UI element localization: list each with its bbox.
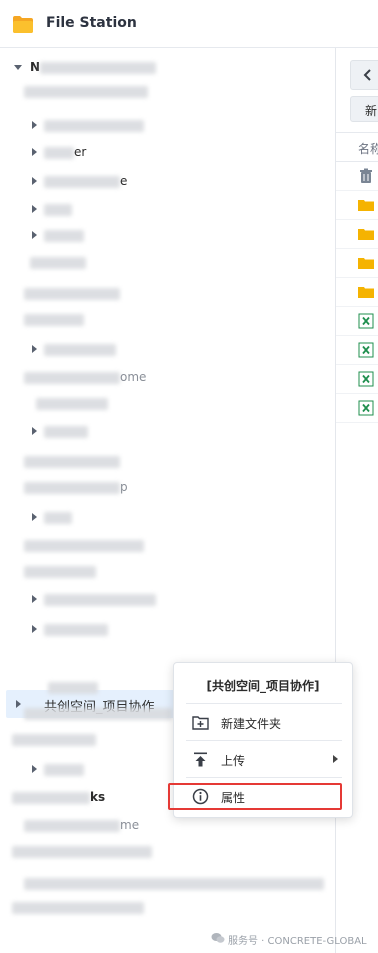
tree-item[interactable]	[0, 536, 330, 556]
tree-item-label: e	[120, 174, 128, 188]
collapse-arrow-icon[interactable]	[32, 148, 37, 156]
collapse-arrow-icon[interactable]	[32, 121, 37, 129]
collapse-arrow-icon[interactable]	[32, 513, 37, 521]
menu-item-label: 上传	[221, 754, 246, 768]
tree-item[interactable]	[0, 394, 330, 414]
tree-item[interactable]	[0, 284, 330, 304]
file-row[interactable]	[336, 365, 378, 394]
back-button[interactable]	[350, 60, 378, 90]
folder-app-icon	[13, 16, 33, 33]
file-row[interactable]	[336, 307, 378, 336]
expand-arrow-icon[interactable]	[14, 65, 22, 70]
tree-item[interactable]	[0, 620, 330, 640]
collapse-arrow-icon[interactable]	[32, 427, 37, 435]
tree-item[interactable]	[0, 562, 330, 582]
tree-item[interactable]	[0, 874, 330, 894]
tree-item[interactable]	[0, 422, 330, 442]
title-bar: File Station	[0, 0, 378, 48]
column-header-name[interactable]: 名称	[336, 132, 378, 162]
upload-icon	[194, 752, 207, 767]
collapse-arrow-icon[interactable]	[32, 625, 37, 633]
file-row[interactable]	[336, 191, 378, 220]
file-row[interactable]	[336, 278, 378, 307]
menu-item-label: 新建文件夹	[221, 717, 282, 731]
create-button[interactable]: 新	[350, 96, 378, 122]
menu-divider	[186, 703, 342, 704]
collapse-arrow-icon[interactable]	[32, 595, 37, 603]
wechat-icon	[211, 933, 225, 943]
file-row[interactable]	[336, 162, 378, 191]
file-row[interactable]	[336, 394, 378, 423]
app-title: File Station	[46, 15, 137, 31]
tree-item[interactable]	[0, 253, 330, 273]
tree-item[interactable]	[0, 340, 330, 360]
tree-item[interactable]: e	[0, 172, 330, 192]
create-button-label: 新	[365, 104, 378, 118]
collapse-arrow-icon[interactable]	[32, 231, 37, 239]
file-row[interactable]	[336, 249, 378, 278]
file-row[interactable]	[336, 220, 378, 249]
excel-file-icon	[358, 371, 374, 387]
collapse-arrow-icon[interactable]	[32, 177, 37, 185]
tree-item[interactable]	[0, 508, 330, 528]
tree-item[interactable]: p	[0, 478, 330, 498]
tree-root[interactable]: N	[0, 58, 330, 78]
tree-item-label: p	[120, 480, 128, 494]
menu-item-upload[interactable]: 上传	[174, 744, 352, 774]
excel-file-icon	[358, 313, 374, 329]
tree-item[interactable]	[0, 310, 330, 330]
tree-item[interactable]	[0, 842, 330, 862]
tree-item[interactable]	[0, 452, 330, 472]
folder-icon	[358, 258, 374, 269]
tree-item[interactable]: er	[0, 143, 330, 163]
file-row[interactable]	[336, 336, 378, 365]
tree-item[interactable]	[0, 590, 330, 610]
folder-icon	[358, 287, 374, 298]
collapse-arrow-icon[interactable]	[32, 765, 37, 773]
tree-item-label: ks	[90, 790, 106, 804]
tree-item[interactable]	[0, 116, 330, 136]
menu-item-new-folder[interactable]: 新建文件夹	[174, 707, 352, 737]
excel-file-icon	[358, 342, 374, 358]
column-header-label: 名称	[358, 142, 378, 156]
context-menu-title: [共创空间_项目协作]	[206, 679, 320, 693]
tree-item[interactable]: ome	[0, 368, 330, 388]
tree-item-label: me	[120, 818, 140, 832]
chevron-left-icon	[363, 69, 371, 81]
new-folder-icon	[192, 716, 209, 730]
watermark-text: 服务号 · CONCRETE-GLOBAL	[228, 936, 367, 947]
folder-icon	[358, 229, 374, 240]
tree-item[interactable]	[0, 200, 330, 220]
tree-item-label: er	[74, 145, 87, 159]
tree-root-label: N	[30, 60, 41, 74]
menu-divider	[186, 740, 342, 741]
tree-item[interactable]: me	[0, 816, 330, 836]
trash-icon	[360, 168, 372, 183]
tree-item-label: ome	[120, 370, 147, 384]
tree-item[interactable]	[0, 898, 330, 918]
menu-divider	[186, 777, 342, 778]
tree-item[interactable]	[0, 82, 330, 102]
collapse-arrow-icon[interactable]	[32, 205, 37, 213]
collapse-arrow-icon[interactable]	[32, 345, 37, 353]
folder-icon	[358, 200, 374, 211]
annotation-highlight-box	[168, 783, 342, 810]
excel-file-icon	[358, 400, 374, 416]
tree-item[interactable]	[0, 226, 330, 246]
submenu-arrow-icon	[333, 755, 338, 763]
